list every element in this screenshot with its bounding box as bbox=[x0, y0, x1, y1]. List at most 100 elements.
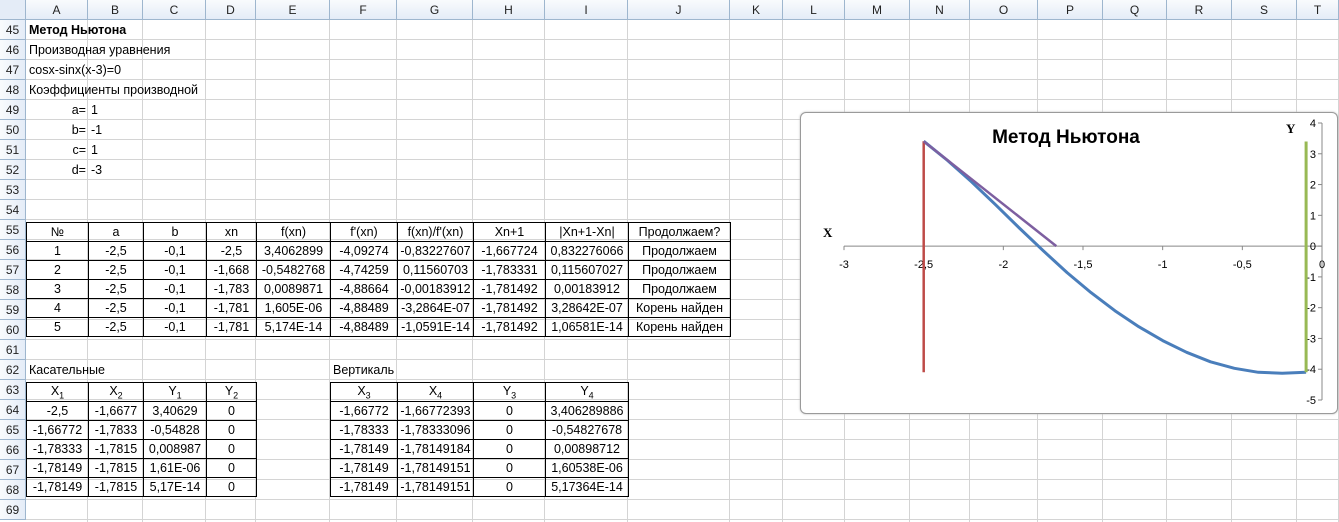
table-cell[interactable]: 1,61E-06 bbox=[143, 458, 207, 478]
column-header[interactable]: T bbox=[1297, 0, 1339, 20]
row-header[interactable]: 58 bbox=[0, 280, 26, 300]
table-cell[interactable]: -2,5 bbox=[88, 279, 144, 299]
table-cell[interactable]: 0,008987 bbox=[143, 439, 207, 459]
table-cell[interactable]: -1,78333096 bbox=[397, 420, 474, 440]
row-header[interactable]: 65 bbox=[0, 420, 26, 440]
column-header[interactable]: G bbox=[397, 0, 473, 20]
table-cell[interactable]: 3,28642E-07 bbox=[545, 298, 629, 318]
table-cell[interactable]: 3,4062899 bbox=[256, 241, 331, 261]
row-header[interactable]: 62 bbox=[0, 360, 26, 380]
row-header[interactable]: 60 bbox=[0, 320, 26, 340]
table-cell[interactable]: -0,54827678 bbox=[545, 420, 629, 440]
table-cell[interactable]: Продолжаем bbox=[628, 279, 731, 299]
select-all-corner[interactable] bbox=[0, 0, 26, 20]
table-cell[interactable]: -1,781492 bbox=[473, 317, 546, 337]
column-header[interactable]: R bbox=[1167, 0, 1232, 20]
coef-label[interactable]: Коэффициенты производной bbox=[27, 80, 200, 100]
table-header[interactable]: X4 bbox=[397, 382, 474, 402]
table-cell[interactable]: 0,115607027 bbox=[545, 260, 629, 280]
table-cell[interactable]: -4,88489 bbox=[330, 317, 398, 337]
row-header[interactable]: 54 bbox=[0, 200, 26, 220]
table-cell[interactable]: 5,174E-14 bbox=[256, 317, 331, 337]
table-cell[interactable]: 0 bbox=[206, 458, 257, 478]
column-header[interactable]: C bbox=[143, 0, 206, 20]
tangent-label[interactable]: Касательные bbox=[27, 360, 107, 380]
table-cell[interactable]: 0,11560703 bbox=[397, 260, 474, 280]
table-cell[interactable]: -1,6677 bbox=[88, 401, 144, 421]
table-cell[interactable]: 1 bbox=[26, 241, 89, 261]
table-header[interactable]: |Xn+1-Xn| bbox=[545, 222, 629, 242]
table-cell[interactable]: -4,74259 bbox=[330, 260, 398, 280]
table-cell[interactable]: -4,88489 bbox=[330, 298, 398, 318]
table-cell[interactable]: 0 bbox=[473, 458, 546, 478]
table-cell[interactable]: 0 bbox=[206, 439, 257, 459]
row-header[interactable]: 49 bbox=[0, 100, 26, 120]
table-cell[interactable]: 1,06581E-14 bbox=[545, 317, 629, 337]
row-header[interactable]: 63 bbox=[0, 380, 26, 400]
column-header[interactable]: M bbox=[845, 0, 910, 20]
table-cell[interactable]: -1,667724 bbox=[473, 241, 546, 261]
table-cell[interactable]: 1,605E-06 bbox=[256, 298, 331, 318]
table-cell[interactable]: 2 bbox=[26, 260, 89, 280]
table-header[interactable]: Y2 bbox=[206, 382, 257, 402]
row-header[interactable]: 47 bbox=[0, 60, 26, 80]
equation-cell[interactable]: cosx-sinx(x-3)=0 bbox=[27, 60, 123, 80]
row-header[interactable]: 50 bbox=[0, 120, 26, 140]
coef-name[interactable]: d= bbox=[26, 160, 88, 180]
table-header[interactable]: Y4 bbox=[545, 382, 629, 402]
table-cell[interactable]: -1,78149 bbox=[330, 458, 398, 478]
table-header[interactable]: Xn+1 bbox=[473, 222, 546, 242]
table-cell[interactable]: -1,78149 bbox=[26, 458, 89, 478]
table-cell[interactable]: -2,5 bbox=[88, 298, 144, 318]
table-cell[interactable]: 0 bbox=[206, 477, 257, 497]
table-cell[interactable]: 0 bbox=[206, 420, 257, 440]
table-header[interactable]: Y3 bbox=[473, 382, 546, 402]
table-cell[interactable]: -2,5 bbox=[88, 317, 144, 337]
table-header[interactable]: № bbox=[26, 222, 89, 242]
row-header[interactable]: 53 bbox=[0, 180, 26, 200]
column-header[interactable]: N bbox=[910, 0, 970, 20]
table-header[interactable]: f(xn) bbox=[256, 222, 331, 242]
table-cell[interactable]: 0 bbox=[473, 401, 546, 421]
table-cell[interactable]: -1,78149 bbox=[330, 439, 398, 459]
row-header[interactable]: 69 bbox=[0, 500, 26, 520]
table-cell[interactable]: -0,1 bbox=[143, 241, 207, 261]
table-cell[interactable]: 0 bbox=[473, 439, 546, 459]
table-cell[interactable]: Корень найден bbox=[628, 317, 731, 337]
table-cell[interactable]: -0,83227607 bbox=[397, 241, 474, 261]
coef-name[interactable]: a= bbox=[26, 100, 88, 120]
table-cell[interactable]: -1,668 bbox=[206, 260, 257, 280]
table-cell[interactable]: -4,88664 bbox=[330, 279, 398, 299]
table-cell[interactable]: -4,09274 bbox=[330, 241, 398, 261]
column-header[interactable]: K bbox=[730, 0, 783, 20]
table-cell[interactable]: 0,00183912 bbox=[545, 279, 629, 299]
table-header[interactable]: f'(xn) bbox=[330, 222, 398, 242]
table-cell[interactable]: 0,0089871 bbox=[256, 279, 331, 299]
coef-value[interactable]: -3 bbox=[89, 160, 104, 180]
table-header[interactable]: f(xn)/f'(xn) bbox=[397, 222, 474, 242]
table-cell[interactable]: -1,78149 bbox=[330, 477, 398, 497]
table-cell[interactable]: 3,40629 bbox=[143, 401, 207, 421]
table-cell[interactable]: -1,7815 bbox=[88, 458, 144, 478]
column-header[interactable]: P bbox=[1038, 0, 1103, 20]
table-cell[interactable]: -2,5 bbox=[88, 241, 144, 261]
table-cell[interactable]: -0,54828 bbox=[143, 420, 207, 440]
table-cell[interactable]: -2,5 bbox=[26, 401, 89, 421]
row-header[interactable]: 56 bbox=[0, 240, 26, 260]
coef-value[interactable]: 1 bbox=[89, 140, 100, 160]
row-header[interactable]: 57 bbox=[0, 260, 26, 280]
table-cell[interactable]: -1,66772 bbox=[330, 401, 398, 421]
table-cell[interactable]: -0,5482768 bbox=[256, 260, 331, 280]
column-header[interactable]: J bbox=[628, 0, 730, 20]
table-cell[interactable]: 0,832276066 bbox=[545, 241, 629, 261]
table-cell[interactable]: -1,781 bbox=[206, 317, 257, 337]
table-cell[interactable]: -1,7833 bbox=[88, 420, 144, 440]
row-header[interactable]: 45 bbox=[0, 20, 26, 40]
row-header[interactable]: 59 bbox=[0, 300, 26, 320]
table-cell[interactable]: -1,78149 bbox=[26, 477, 89, 497]
table-cell[interactable]: -1,783331 bbox=[473, 260, 546, 280]
column-header[interactable]: H bbox=[473, 0, 545, 20]
table-cell[interactable]: -1,7815 bbox=[88, 439, 144, 459]
column-header[interactable]: E bbox=[256, 0, 330, 20]
table-cell[interactable]: -1,78149151 bbox=[397, 477, 474, 497]
